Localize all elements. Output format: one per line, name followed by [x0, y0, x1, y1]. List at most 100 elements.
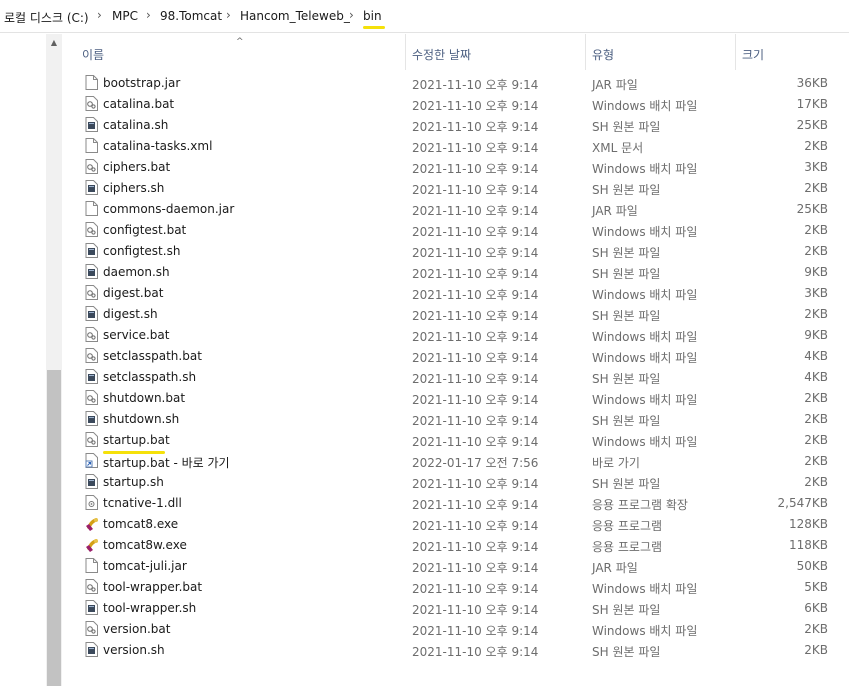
file-name[interactable]: setclasspath.sh [103, 370, 196, 384]
file-name[interactable]: shutdown.bat [103, 391, 185, 405]
file-name[interactable]: catalina.sh [103, 118, 168, 132]
file-size: 2KB [804, 622, 828, 636]
file-size: 2,547KB [777, 496, 828, 510]
file-row[interactable]: tomcat8w.exe 2021-11-10 오후 9:14 응용 프로그램 118… [62, 534, 849, 555]
file-row[interactable]: catalina-tasks.xml 2021-11-10 오후 9:14 XML … [62, 135, 849, 156]
batch-file-icon [85, 432, 98, 447]
column-header-modified[interactable]: 수정한 날짜 [412, 46, 471, 63]
highlight-underline [103, 451, 165, 454]
file-row[interactable]: setclasspath.sh 2021-11-10 오후 9:14 SH 원본 파… [62, 366, 849, 387]
file-row[interactable]: catalina.bat 2021-11-10 오후 9:14 Windows 배치… [62, 93, 849, 114]
column-header-size[interactable]: 크기 [742, 46, 764, 63]
breadcrumb-item-tomcat[interactable]: 98.Tomcat [160, 9, 222, 23]
file-row[interactable]: ciphers.bat 2021-11-10 오후 9:14 Windows 배치 … [62, 156, 849, 177]
file-row[interactable]: configtest.bat 2021-11-10 오후 9:14 Windows … [62, 219, 849, 240]
file-name[interactable]: startup.bat [103, 433, 170, 447]
file-row[interactable]: digest.sh 2021-11-10 오후 9:14 SH 원본 파일 2KB [62, 303, 849, 324]
file-name[interactable]: tomcat8.exe [103, 517, 178, 531]
file-row[interactable]: version.bat 2021-11-10 오후 9:14 Windows 배치 … [62, 618, 849, 639]
file-name[interactable]: configtest.bat [103, 223, 186, 237]
chevron-right-icon[interactable]: › [146, 8, 151, 22]
file-size: 6KB [804, 601, 828, 615]
file-row[interactable]: digest.bat 2021-11-10 오후 9:14 Windows 배치 파… [62, 282, 849, 303]
file-type: SH 원본 파일 [592, 309, 661, 323]
file-row[interactable]: tomcat8.exe 2021-11-10 오후 9:14 응용 프로그램 128K… [62, 513, 849, 534]
column-divider[interactable] [585, 34, 586, 70]
file-name[interactable]: bootstrap.jar [103, 76, 180, 90]
file-size: 2KB [804, 643, 828, 657]
file-size: 5KB [804, 580, 828, 594]
shell-script-icon [85, 369, 98, 384]
chevron-right-icon[interactable]: › [97, 8, 102, 22]
file-name[interactable]: digest.sh [103, 307, 158, 321]
file-name[interactable]: ciphers.bat [103, 160, 170, 174]
breadcrumb-item-bin[interactable]: bin [363, 9, 382, 23]
file-name[interactable]: tool-wrapper.sh [103, 601, 196, 615]
column-header-type[interactable]: 유형 [592, 46, 614, 63]
file-type: Windows 배치 파일 [592, 435, 698, 449]
file-modified-date: 2021-11-10 오후 9:14 [412, 393, 539, 407]
file-name[interactable]: tcnative-1.dll [103, 496, 182, 510]
file-name[interactable]: version.sh [103, 643, 165, 657]
breadcrumb-item-local-disk[interactable]: 로컬 디스크 (C:) [4, 9, 89, 26]
file-size: 9KB [804, 328, 828, 342]
file-type: 응용 프로그램 [592, 540, 663, 554]
breadcrumb-item-mpc[interactable]: MPC [112, 9, 138, 23]
file-name[interactable]: tool-wrapper.bat [103, 580, 202, 594]
sort-ascending-icon: ^ [236, 37, 244, 47]
breadcrumb: 로컬 디스크 (C:) › MPC › 98.Tomcat › Hancom_T… [0, 0, 849, 33]
file-row[interactable]: setclasspath.bat 2021-11-10 오후 9:14 Window… [62, 345, 849, 366]
breadcrumb-item-hancom[interactable]: Hancom_Teleweb_ [240, 9, 350, 23]
file-row[interactable]: shutdown.sh 2021-11-10 오후 9:14 SH 원본 파일 2KB [62, 408, 849, 429]
file-row[interactable]: startup.bat - 바로 가기 2022-01-17 오전 7:56 바로 … [62, 450, 849, 471]
file-size: 2KB [804, 139, 828, 153]
file-row[interactable]: daemon.sh 2021-11-10 오후 9:14 SH 원본 파일 9KB [62, 261, 849, 282]
file-name[interactable]: shutdown.sh [103, 412, 179, 426]
file-name[interactable]: startup.sh [103, 475, 164, 489]
file-row[interactable]: bootstrap.jar 2021-11-10 오후 9:14 JAR 파일 36K… [62, 72, 849, 93]
scroll-up-arrow-icon[interactable]: ▲ [46, 38, 62, 52]
file-name[interactable]: tomcat8w.exe [103, 538, 187, 552]
scrollbar-thumb[interactable] [47, 370, 61, 686]
chevron-right-icon[interactable]: › [349, 8, 354, 22]
file-name[interactable]: ciphers.sh [103, 181, 164, 195]
file-modified-date: 2021-11-10 오후 9:14 [412, 78, 539, 92]
dll-file-icon [85, 495, 98, 510]
file-type: XML 문서 [592, 141, 644, 155]
file-row[interactable]: startup.bat 2021-11-10 오후 9:14 Windows 배치 … [62, 429, 849, 450]
file-row[interactable]: tool-wrapper.bat 2021-11-10 오후 9:14 Window… [62, 576, 849, 597]
batch-file-icon [85, 621, 98, 636]
file-size: 4KB [804, 349, 828, 363]
file-name[interactable]: version.bat [103, 622, 170, 636]
column-divider[interactable] [735, 34, 736, 70]
column-header-name[interactable]: 이름 [82, 46, 104, 63]
file-row[interactable]: tomcat-juli.jar 2021-11-10 오후 9:14 JAR 파일 5… [62, 555, 849, 576]
file-name[interactable]: service.bat [103, 328, 169, 342]
file-row[interactable]: startup.sh 2021-11-10 오후 9:14 SH 원본 파일 2KB [62, 471, 849, 492]
shell-script-icon [85, 474, 98, 489]
file-name[interactable]: configtest.sh [103, 244, 180, 258]
file-type: SH 원본 파일 [592, 246, 661, 260]
file-name[interactable]: digest.bat [103, 286, 163, 300]
file-row[interactable]: tcnative-1.dll 2021-11-10 오후 9:14 응용 프로그램 … [62, 492, 849, 513]
file-name[interactable]: setclasspath.bat [103, 349, 202, 363]
file-row[interactable]: catalina.sh 2021-11-10 오후 9:14 SH 원본 파일 25K… [62, 114, 849, 135]
file-row[interactable]: ciphers.sh 2021-11-10 오후 9:14 SH 원본 파일 2KB [62, 177, 849, 198]
file-row[interactable]: tool-wrapper.sh 2021-11-10 오후 9:14 SH 원본 파… [62, 597, 849, 618]
file-row[interactable]: service.bat 2021-11-10 오후 9:14 Windows 배치 … [62, 324, 849, 345]
chevron-right-icon[interactable]: › [226, 8, 231, 22]
file-row[interactable]: configtest.sh 2021-11-10 오후 9:14 SH 원본 파일 2… [62, 240, 849, 261]
file-row[interactable]: shutdown.bat 2021-11-10 오후 9:14 Windows 배치… [62, 387, 849, 408]
file-name[interactable]: catalina-tasks.xml [103, 139, 212, 153]
file-size: 17KB [796, 97, 828, 111]
file-modified-date: 2021-11-10 오후 9:14 [412, 162, 539, 176]
file-name[interactable]: commons-daemon.jar [103, 202, 234, 216]
column-divider[interactable] [405, 34, 406, 70]
file-name[interactable]: daemon.sh [103, 265, 170, 279]
file-name[interactable]: catalina.bat [103, 97, 174, 111]
file-modified-date: 2021-11-10 오후 9:14 [412, 414, 539, 428]
file-row[interactable]: commons-daemon.jar 2021-11-10 오후 9:14 JAR … [62, 198, 849, 219]
file-name[interactable]: startup.bat - 바로 가기 [103, 454, 230, 471]
file-name[interactable]: tomcat-juli.jar [103, 559, 187, 573]
file-row[interactable]: version.sh 2021-11-10 오후 9:14 SH 원본 파일 2KB [62, 639, 849, 660]
